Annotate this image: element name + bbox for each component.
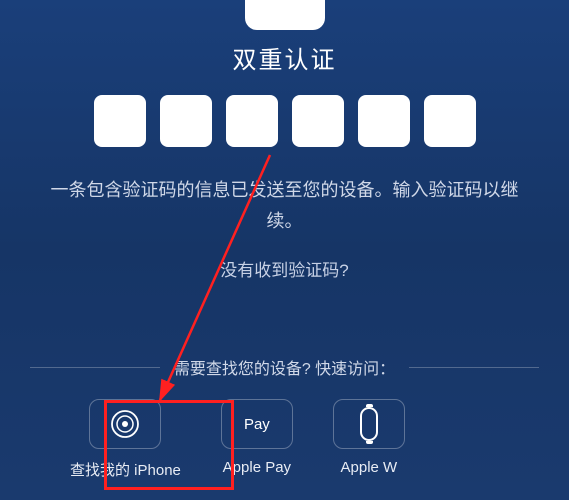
find-my-iphone-label: 查找我的 iPhone	[70, 459, 181, 480]
top-notch-shape	[245, 0, 325, 30]
apple-pay-button[interactable]: Pay Apple Pay	[221, 399, 293, 480]
apple-watch-label: Apple W	[341, 459, 398, 476]
code-digit-4[interactable]	[292, 95, 344, 147]
quick-access-title: 需要查找您的设备? 快速访问：	[160, 355, 409, 379]
code-digit-6[interactable]	[424, 95, 476, 147]
instruction-message: 一条包含验证码的信息已发送至您的设备。输入验证码以继续。	[0, 175, 569, 236]
verification-code-group	[94, 95, 476, 147]
quick-access-section: 需要查找您的设备? 快速访问： 查找我的 iPhone Pay Apple Pa…	[0, 339, 569, 500]
divider-line-right	[409, 367, 539, 368]
code-digit-5[interactable]	[358, 95, 410, 147]
resend-code-link[interactable]: 没有收到验证码?	[220, 256, 348, 281]
radar-icon	[110, 409, 140, 439]
code-digit-2[interactable]	[160, 95, 212, 147]
divider-line-left	[30, 367, 160, 368]
apple-pay-label: Apple Pay	[223, 459, 291, 476]
watch-icon	[360, 407, 378, 441]
find-my-iphone-button[interactable]: 查找我的 iPhone	[70, 399, 181, 480]
apple-watch-button[interactable]: Apple W	[333, 399, 405, 480]
page-title: 双重认证	[233, 40, 337, 75]
apple-pay-icon: Pay	[244, 416, 270, 433]
code-digit-3[interactable]	[226, 95, 278, 147]
code-digit-1[interactable]	[94, 95, 146, 147]
